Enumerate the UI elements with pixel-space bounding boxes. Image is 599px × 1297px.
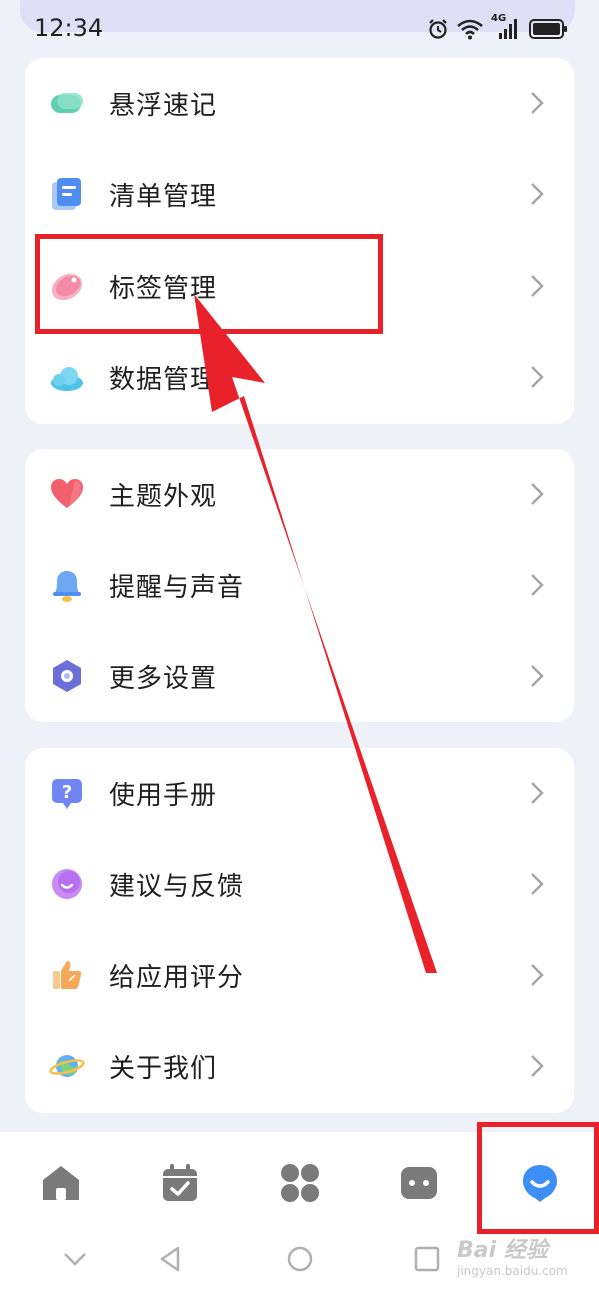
annotation-arrow xyxy=(194,294,437,973)
